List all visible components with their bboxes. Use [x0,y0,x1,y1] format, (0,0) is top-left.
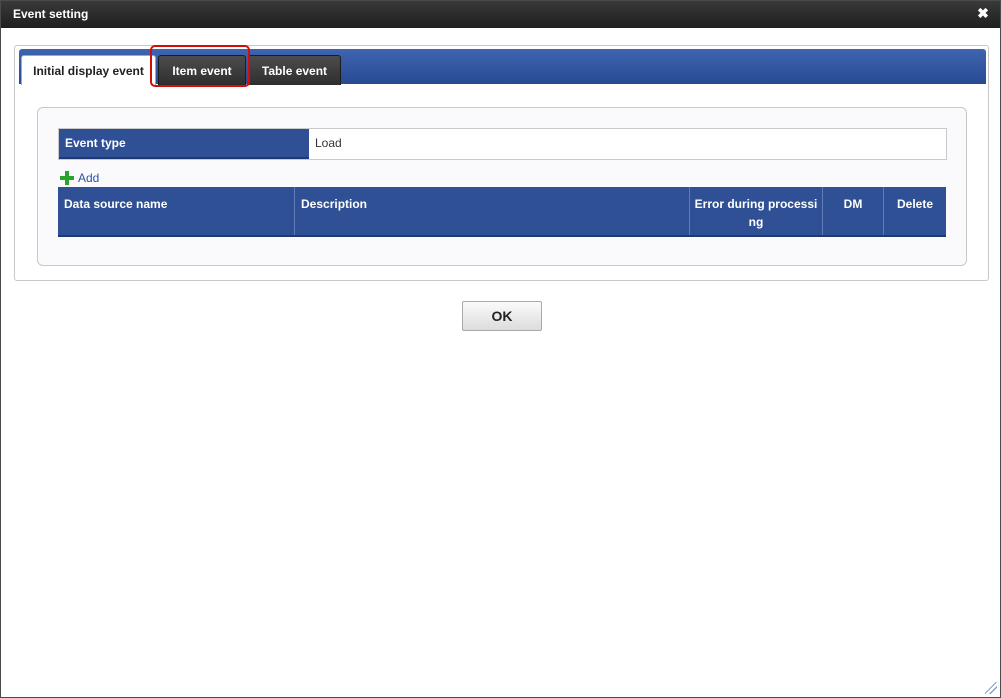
resize-grip-icon[interactable] [985,682,997,694]
column-header-delete[interactable]: Delete [884,187,946,235]
event-panel: Event type Load Add Data source name Des… [37,107,967,266]
tab-bar: Initial display event Item event Table e… [19,49,986,85]
event-setting-dialog: Event setting ✖ Initial display event It… [0,0,1001,698]
add-button[interactable]: Add [60,170,99,186]
dialog-titlebar[interactable]: Event setting ✖ [1,1,1000,28]
data-source-table-header: Data source name Description Error durin… [58,187,946,237]
event-type-value: Load [315,136,342,150]
dialog-title: Event setting [13,7,89,21]
close-icon[interactable]: ✖ [976,6,990,20]
column-header-description[interactable]: Description [295,187,690,235]
tab-item-event[interactable]: Item event [158,55,246,85]
column-header-dm[interactable]: DM [823,187,884,235]
event-type-label: Event type [59,129,309,159]
column-header-data-source-name[interactable]: Data source name [58,187,295,235]
add-icon [60,171,74,185]
add-label: Add [78,171,100,185]
column-header-error-during-processing[interactable]: Error during processi ng [690,187,823,235]
ok-button[interactable]: OK [462,301,542,331]
tab-table-event[interactable]: Table event [248,55,341,85]
tab-container: Initial display event Item event Table e… [14,45,989,281]
event-type-row: Event type Load [58,128,947,160]
tab-initial-display-event[interactable]: Initial display event [21,55,156,85]
